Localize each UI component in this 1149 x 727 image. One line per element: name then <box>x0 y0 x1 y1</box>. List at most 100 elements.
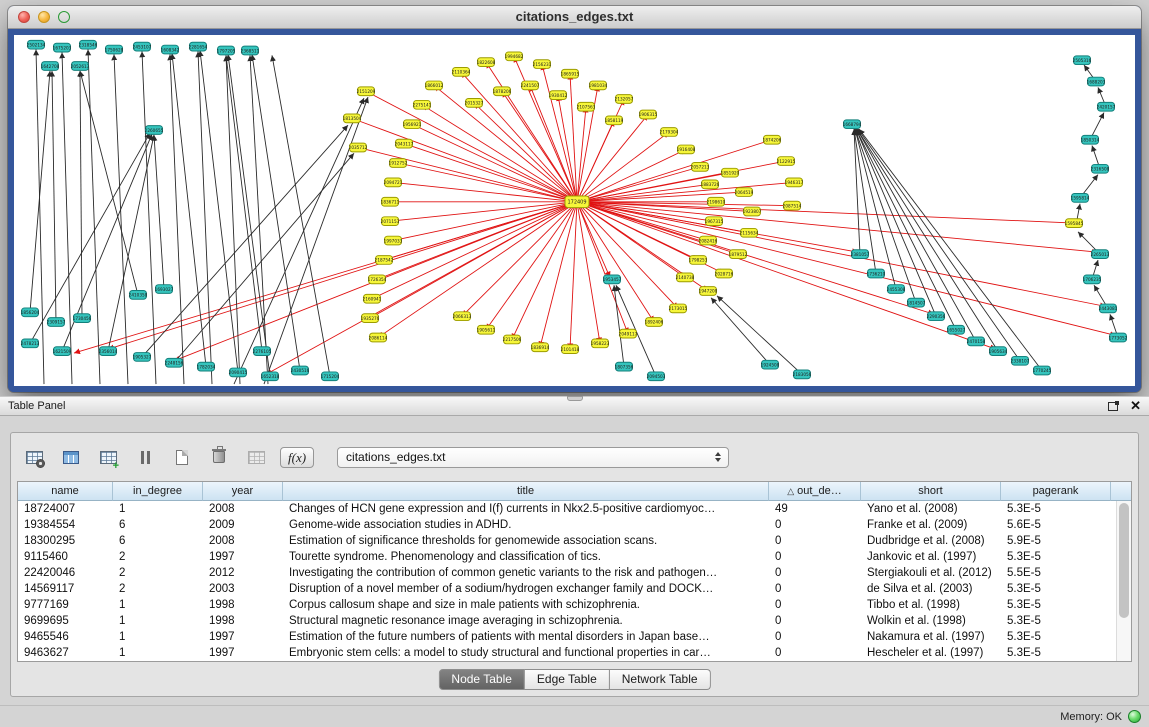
graph-node-teal[interactable]: 1750628 <box>105 45 124 54</box>
column-header-title[interactable]: title <box>283 482 769 501</box>
graph-node-yellow[interactable]: 1858119 <box>605 116 624 125</box>
column-header-name[interactable]: name <box>18 482 113 501</box>
table-row[interactable]: 969969511998Structural magnetic resonanc… <box>18 613 1116 629</box>
table-row[interactable]: 1830029562008Estimation of significance … <box>18 533 1116 549</box>
float-panel-icon[interactable] <box>1108 402 1118 411</box>
graph-node-teal[interactable]: 1905634 <box>989 347 1008 356</box>
graph-node-yellow[interactable]: 2179304 <box>660 128 679 137</box>
graph-node-yellow[interactable]: 1822608 <box>477 58 496 67</box>
graph-node-yellow[interactable]: 1879512 <box>729 250 748 259</box>
graph-node-teal[interactable]: 1856204 <box>21 308 40 317</box>
graph-node-teal[interactable]: 2265013 <box>1091 250 1110 259</box>
column-header-pagerank[interactable]: pagerank <box>1001 482 1111 501</box>
graph-node-teal[interactable]: 1715204 <box>321 372 340 381</box>
graph-node-yellow[interactable]: 1930412 <box>549 91 568 100</box>
graph-node-yellow[interactable]: 2035712 <box>349 143 368 152</box>
graph-node-yellow[interactable]: 2101418 <box>561 345 580 354</box>
graph-node-yellow[interactable]: 1883726 <box>701 180 720 189</box>
graph-node-yellow[interactable]: 1967315 <box>705 217 724 226</box>
graph-node-teal[interactable]: 1736210 <box>867 269 886 278</box>
graph-node-teal[interactable]: 1770245 <box>1033 366 1052 375</box>
column-header-short[interactable]: short <box>861 482 1001 501</box>
graph-node-teal[interactable]: 2381057 <box>851 250 870 259</box>
graph-node-teal[interactable]: 2430516 <box>291 366 310 375</box>
graph-node-yellow[interactable]: 2049117 <box>619 329 638 338</box>
new-column-button[interactable] <box>169 444 195 470</box>
graph-node-teal[interactable]: 1608342 <box>161 45 180 54</box>
graph-node-teal[interactable]: 2260655 <box>145 126 164 135</box>
graph-node-teal[interactable]: 1693027 <box>155 285 174 294</box>
graph-node-teal[interactable]: 1807356 <box>615 362 634 371</box>
graph-node-teal[interactable]: 2356014 <box>99 347 118 356</box>
graph-node-yellow[interactable]: 1905611 <box>477 325 496 334</box>
graph-node-yellow[interactable]: 2066313 <box>453 312 472 321</box>
table-row[interactable]: 2242004622012Investigating the contribut… <box>18 565 1116 581</box>
table-row[interactable]: 1872400712008Changes of HCN gene express… <box>18 501 1116 517</box>
table-row[interactable]: 946554611997Estimation of the future num… <box>18 629 1116 645</box>
graph-node-yellow[interactable]: 172409 <box>565 196 589 208</box>
graph-node-yellow[interactable]: 1912752 <box>389 159 408 168</box>
table-row[interactable]: 946362711997Embryonic stem cells: a mode… <box>18 645 1116 661</box>
graph-node-teal[interactable]: 1773052 <box>1109 333 1128 342</box>
graph-node-teal[interactable]: 1655027 <box>947 325 966 334</box>
select-columns-button[interactable] <box>58 444 84 470</box>
graph-node-yellow[interactable]: 1981034 <box>589 81 608 90</box>
graph-node-teal[interactable]: 2183056 <box>793 370 812 379</box>
graph-node-yellow[interactable]: 2241507 <box>521 81 540 90</box>
close-window-button[interactable] <box>18 11 30 23</box>
graph-node-teal[interactable]: 2094503 <box>647 372 666 381</box>
graph-node-teal[interactable]: 2478213 <box>21 339 40 348</box>
graph-node-yellow[interactable]: 2198610 <box>707 197 726 206</box>
tab-network-table[interactable]: Network Table <box>610 669 711 690</box>
graph-node-yellow[interactable]: 1956921 <box>403 120 422 129</box>
graph-node-teal[interactable]: 1797205 <box>217 46 236 55</box>
graph-node-teal[interactable]: 2290356 <box>927 312 946 321</box>
graph-node-teal[interactable]: 2338107 <box>1011 356 1030 365</box>
scrollbar-thumb[interactable] <box>1119 503 1129 618</box>
graph-node-teal[interactable]: 2453107 <box>133 42 152 51</box>
graph-node-yellow[interactable]: 1994682 <box>505 52 524 61</box>
graph-node-yellow[interactable]: 1726354 <box>368 275 387 284</box>
table-row[interactable]: 977716911998Corpus callosum shape and si… <box>18 597 1116 613</box>
graph-node-yellow[interactable]: 2217506 <box>503 335 522 344</box>
graph-node-yellow[interactable]: 2087514 <box>783 201 802 210</box>
graph-node-yellow[interactable]: 1935276 <box>361 314 380 323</box>
graph-node-teal[interactable]: 2443081 <box>1099 304 1118 313</box>
function-builder-button[interactable]: f(x) <box>280 447 314 468</box>
window-titlebar[interactable]: citations_edges.txt <box>8 6 1141 29</box>
graph-node-teal[interactable]: 2276105 <box>253 347 272 356</box>
manage-columns-button[interactable]: + <box>95 444 121 470</box>
graph-node-teal[interactable]: 1642708 <box>41 62 60 71</box>
graph-node-yellow[interactable]: 2057213 <box>691 163 710 172</box>
graph-node-yellow[interactable]: 1892406 <box>645 318 664 327</box>
graph-node-teal[interactable]: 1688203 <box>1087 77 1106 86</box>
graph-node-yellow[interactable]: 2064519 <box>735 188 754 197</box>
graph-node-yellow[interactable]: 1836711 <box>381 197 400 206</box>
graph-node-yellow[interactable]: 2110364 <box>452 67 471 76</box>
graph-node-teal[interactable]: 1675203 <box>53 43 72 52</box>
close-panel-icon[interactable]: ✕ <box>1130 397 1141 415</box>
graph-node-teal[interactable]: 2248156 <box>165 358 184 367</box>
graph-node-yellow[interactable]: 2151209 <box>357 87 376 96</box>
graph-node-yellow[interactable]: 1906315 <box>639 110 658 119</box>
graph-node-yellow[interactable]: 1865915 <box>561 69 580 78</box>
graph-node-teal[interactable]: 2455308 <box>887 285 906 294</box>
graph-node-yellow[interactable]: 2082416 <box>699 236 718 245</box>
graph-node-yellow[interactable]: 2043117 <box>395 139 414 148</box>
graph-node-yellow[interactable]: 1947208 <box>699 287 718 296</box>
import-table-button[interactable] <box>243 444 269 470</box>
graph-node-yellow[interactable]: 1878206 <box>493 87 512 96</box>
table-selector-dropdown[interactable]: citations_edges.txt <box>337 447 729 468</box>
graph-node-yellow[interactable]: 2173015 <box>669 304 688 313</box>
column-header-out_degree[interactable]: △out_de… <box>769 482 861 501</box>
column-header-in_degree[interactable]: in_degree <box>113 482 203 501</box>
graph-node-yellow[interactable]: 2028716 <box>715 269 734 278</box>
graph-node-yellow[interactable]: 2187542 <box>375 256 394 265</box>
graph-node-teal[interactable]: 1730456 <box>73 314 92 323</box>
graph-node-yellow[interactable]: 1946317 <box>785 178 804 187</box>
graph-node-teal[interactable]: 1652318 <box>261 372 280 381</box>
graph-node-teal[interactable]: 1668794 <box>843 120 862 129</box>
graph-node-teal[interactable]: 2318546 <box>79 40 98 49</box>
graph-node-yellow[interactable]: 1997033 <box>384 236 403 245</box>
graph-node-yellow[interactable]: 2160941 <box>363 294 382 303</box>
